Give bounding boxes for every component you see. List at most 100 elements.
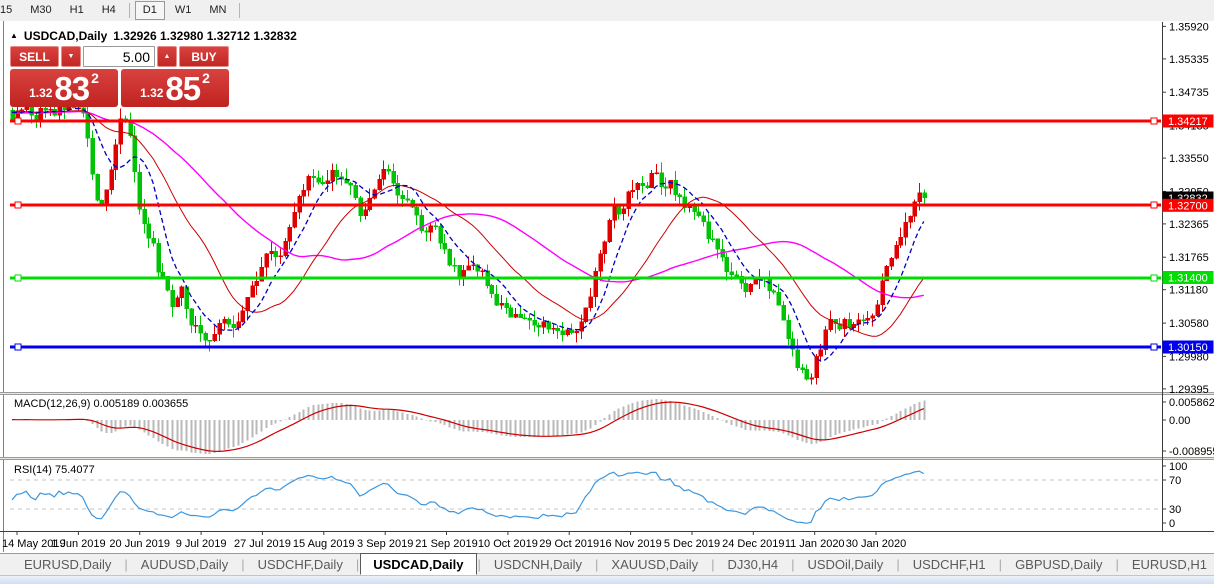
candle-body bbox=[222, 318, 227, 324]
tab-separator: | bbox=[1115, 557, 1119, 572]
candle-body bbox=[207, 340, 212, 342]
level-handle[interactable] bbox=[1150, 343, 1158, 351]
candle-body bbox=[555, 327, 560, 331]
candle-body bbox=[278, 255, 283, 258]
candle-body bbox=[90, 138, 95, 175]
chart-tab-gbpusd-daily[interactable]: GBPUSD,Daily bbox=[1003, 555, 1114, 574]
candle-body bbox=[381, 168, 386, 180]
volume-input[interactable] bbox=[83, 46, 155, 67]
chart-tab-audusd-daily[interactable]: AUDUSD,Daily bbox=[129, 555, 240, 574]
y-axis-tick-label: 1.33550 bbox=[1169, 153, 1209, 165]
candle-body bbox=[908, 215, 913, 223]
level-handle[interactable] bbox=[1150, 201, 1158, 209]
rsi-scale-label: 0 bbox=[1169, 518, 1175, 530]
collapse-panel-icon[interactable]: ▲ bbox=[10, 31, 18, 40]
chart-tab-usdoil-daily[interactable]: USDOil,Daily bbox=[795, 555, 895, 574]
level-handle[interactable] bbox=[14, 274, 22, 282]
date-label: 29 Oct 2019 bbox=[539, 538, 599, 550]
macd-title: MACD(12,26,9) 0.005189 0.003655 bbox=[14, 398, 188, 410]
tab-separator: | bbox=[896, 557, 900, 572]
volume-increase-button[interactable]: ▲ bbox=[157, 46, 177, 67]
chart-tab-usdcnh-daily[interactable]: USDCNH,Daily bbox=[482, 555, 594, 574]
level-handle[interactable] bbox=[1150, 117, 1158, 125]
candle-body bbox=[786, 319, 791, 340]
buy-price-tile[interactable]: 1.32 85 2 bbox=[121, 69, 229, 107]
y-axis-tick-label: 1.35335 bbox=[1169, 54, 1209, 66]
level-handle[interactable] bbox=[14, 343, 22, 351]
candle-body bbox=[649, 173, 654, 188]
timeframe-button-w1[interactable]: W1 bbox=[167, 1, 200, 20]
chart-tab-xauusd-daily[interactable]: XAUUSD,Daily bbox=[599, 555, 710, 574]
candle-body bbox=[250, 285, 255, 298]
candle-body bbox=[99, 199, 104, 205]
tab-separator: | bbox=[355, 557, 360, 572]
timeframe-button-h1[interactable]: H1 bbox=[62, 1, 92, 20]
buy-button[interactable]: BUY bbox=[179, 46, 229, 67]
chart-tab-usdchf-h1[interactable]: USDCHF,H1 bbox=[901, 555, 998, 574]
candle-body bbox=[607, 219, 612, 242]
timeframe-button-d1[interactable]: D1 bbox=[134, 1, 165, 20]
candle-body bbox=[254, 281, 259, 287]
candle-body bbox=[48, 109, 53, 111]
level-handle[interactable] bbox=[1150, 274, 1158, 282]
date-label: 21 Sep 2019 bbox=[415, 538, 477, 550]
sell-price-tile[interactable]: 1.32 83 2 bbox=[10, 69, 118, 107]
candle-body bbox=[95, 173, 100, 201]
level-handle[interactable] bbox=[14, 117, 22, 125]
timeframe-button-m30[interactable]: M30 bbox=[22, 1, 59, 20]
candle-body bbox=[212, 333, 217, 342]
candle-body bbox=[184, 286, 189, 310]
candle-body bbox=[471, 264, 476, 267]
candle-body bbox=[306, 175, 311, 191]
chart-tab-usdcad-daily[interactable]: USDCAD,Daily bbox=[360, 552, 477, 575]
candle-body bbox=[334, 169, 339, 178]
candle-body bbox=[330, 169, 335, 181]
chart-tab-eurusd-h1[interactable]: EURUSD,H1 bbox=[1120, 555, 1214, 574]
candle-body bbox=[598, 253, 603, 272]
timeframe-button-h4[interactable]: H4 bbox=[94, 1, 124, 20]
candle-body bbox=[724, 257, 729, 272]
candle-body bbox=[320, 182, 325, 185]
candle-body bbox=[273, 250, 278, 258]
candle-body bbox=[179, 286, 184, 299]
candle-body bbox=[457, 265, 462, 277]
candle-body bbox=[301, 189, 306, 197]
level-handle[interactable] bbox=[14, 201, 22, 209]
chart-tab-eurusd-daily[interactable]: EURUSD,Daily bbox=[12, 555, 123, 574]
level-price-chip-text: 1.34217 bbox=[1168, 116, 1208, 128]
candle-body bbox=[743, 282, 748, 293]
candle-body bbox=[748, 283, 753, 293]
candle-body bbox=[325, 180, 330, 185]
chart-tabs-bar: EURUSD,Daily | AUDUSD,Daily | USDCHF,Daily | U… bbox=[0, 552, 1214, 575]
timeframe-button-15[interactable]: 15 bbox=[0, 1, 20, 20]
candle-body bbox=[696, 211, 701, 216]
candle-body bbox=[579, 321, 584, 332]
timeframe-button-mn[interactable]: MN bbox=[201, 1, 234, 20]
candle-body bbox=[527, 317, 532, 321]
macd-scale-label: 0.005862 bbox=[1169, 397, 1214, 409]
date-label: 24 Dec 2019 bbox=[722, 538, 784, 550]
sell-button[interactable]: SELL bbox=[10, 46, 59, 67]
candle-body bbox=[800, 367, 805, 370]
chart-tab-usdchf-daily[interactable]: USDCHF,Daily bbox=[246, 555, 355, 574]
candle-body bbox=[480, 270, 485, 273]
candle-body bbox=[715, 238, 720, 250]
candle-body bbox=[494, 293, 499, 306]
chart-tab-dj30-h4[interactable]: DJ30,H4 bbox=[716, 555, 791, 574]
candle-body bbox=[842, 319, 847, 330]
candle-body bbox=[348, 182, 353, 186]
candle-body bbox=[710, 238, 715, 240]
candle-body bbox=[363, 209, 368, 216]
chart-quote-line: ▲ USDCAD,Daily 1.32926 1.32980 1.32712 1… bbox=[10, 28, 297, 43]
candle-body bbox=[541, 321, 546, 328]
candle-body bbox=[156, 242, 161, 273]
volume-decrease-button[interactable]: ▼ bbox=[61, 46, 81, 67]
candle-body bbox=[818, 349, 823, 357]
toolbar-separator bbox=[128, 3, 130, 18]
candle-body bbox=[654, 172, 659, 174]
candle-body bbox=[391, 170, 396, 184]
candle-body bbox=[452, 265, 457, 267]
candle-body bbox=[400, 194, 405, 199]
candle-body bbox=[414, 206, 419, 216]
candle-body bbox=[781, 305, 786, 321]
